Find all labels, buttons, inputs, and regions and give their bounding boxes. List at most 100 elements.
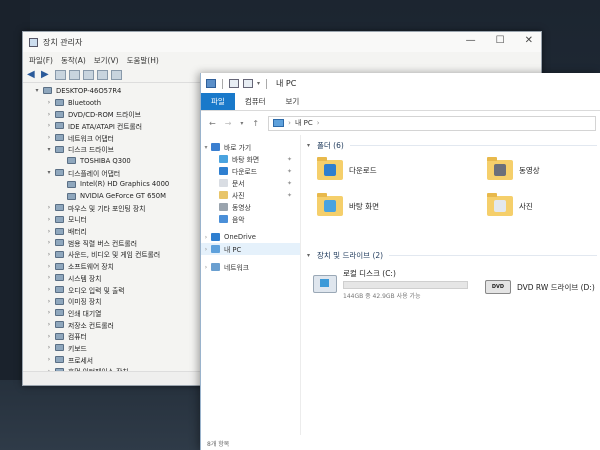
expand-chevron-icon[interactable]: › xyxy=(45,251,53,258)
drive-d[interactable]: DVD DVD RW 드라이브 (D:) xyxy=(485,280,595,294)
ribbon-tabs: 파일 컴퓨터 보기 xyxy=(201,93,600,111)
pc-icon xyxy=(211,245,220,253)
nav-chevron-icon[interactable]: › xyxy=(201,264,211,271)
device-category-icon xyxy=(67,192,76,200)
device-tree-label: 컴퓨터 xyxy=(68,333,87,342)
nav-chevron-icon[interactable]: › xyxy=(201,234,211,241)
nav-item[interactable]: › 내 PC xyxy=(201,243,300,255)
scan-hardware-icon[interactable] xyxy=(97,70,108,80)
properties-icon[interactable] xyxy=(55,70,66,80)
file-explorer-window[interactable]: ▾ 내 PC 파일 컴퓨터 보기 ← → ▾ ↑ › 내 PC › ▾ 바로 가기… xyxy=(200,73,600,450)
folders-group-header[interactable]: ▾ 폴더 (6) xyxy=(307,138,600,152)
drive-c[interactable]: 로컬 디스크 (C:) 144GB 중 42.9GB 사용 가능 xyxy=(313,268,468,300)
monitor-icon[interactable] xyxy=(111,70,122,80)
minimize-icon[interactable]: — xyxy=(466,35,476,46)
expand-chevron-icon[interactable]: › xyxy=(45,298,53,305)
expand-chevron-icon[interactable]: › xyxy=(45,99,53,106)
folder-downloads[interactable]: 다운로드 xyxy=(317,157,377,180)
nav-chevron-icon[interactable]: ▾ xyxy=(201,144,211,151)
menu-view[interactable]: 보기(V) xyxy=(94,55,119,66)
windows-logo-icon xyxy=(320,279,329,287)
recent-dropdown-icon[interactable]: ▾ xyxy=(240,120,243,127)
address-bar[interactable]: › 내 PC › xyxy=(268,115,596,131)
expand-chevron-icon[interactable]: › xyxy=(45,216,53,223)
drives-group-header[interactable]: ▾ 장치 및 드라이브 (2) xyxy=(307,248,600,262)
device-tree-label: 디스크 드라이브 xyxy=(68,146,114,155)
expand-chevron-icon[interactable]: › xyxy=(45,274,53,281)
expand-chevron-icon[interactable]: › xyxy=(45,321,53,328)
window-controls: — ☐ ✕ xyxy=(466,35,533,46)
chevron-right-icon: › xyxy=(288,119,291,127)
nav-item[interactable]: 음악 xyxy=(201,213,300,225)
nav-item[interactable]: 문서 ✦ xyxy=(201,177,300,189)
device-category-icon xyxy=(55,110,64,118)
new-folder-icon[interactable] xyxy=(243,79,253,88)
tab-view[interactable]: 보기 xyxy=(276,93,310,110)
chevron-right-icon-2: › xyxy=(316,119,320,127)
expand-chevron-icon[interactable]: › xyxy=(45,344,53,351)
nav-item[interactable]: › 네트워크 xyxy=(201,261,300,273)
forward-arrow-icon[interactable]: → xyxy=(225,119,232,128)
folder-videos[interactable]: 동영상 xyxy=(487,157,540,180)
device-category-icon xyxy=(55,215,64,223)
explorer-titlebar[interactable]: ▾ 내 PC xyxy=(201,73,600,94)
star-icon xyxy=(211,143,220,151)
device-manager-title: 장치 관리자 xyxy=(43,37,83,47)
expand-chevron-icon[interactable]: › xyxy=(45,286,53,293)
expand-chevron-icon[interactable]: › xyxy=(45,134,53,141)
device-manager-icon xyxy=(29,37,38,47)
folder-label: 동영상 xyxy=(519,165,540,175)
device-tree-label: 저장소 컨트롤러 xyxy=(68,321,114,330)
device-category-icon xyxy=(55,297,64,305)
drive-c-free-space: 144GB 중 42.9GB 사용 가능 xyxy=(343,293,421,300)
device-category-icon xyxy=(55,134,64,142)
nav-item-label: 네트워크 xyxy=(224,264,250,272)
nav-item[interactable]: 바탕 화면 ✦ xyxy=(201,153,300,165)
device-category-icon xyxy=(67,180,76,188)
details-icon[interactable] xyxy=(69,70,80,80)
collapse-chevron-icon[interactable]: ▾ xyxy=(45,146,53,153)
menu-help[interactable]: 도움말(H) xyxy=(127,55,159,66)
maximize-icon[interactable]: ☐ xyxy=(496,35,505,46)
device-tree-label: 이미징 장치 xyxy=(68,298,102,307)
close-icon[interactable]: ✕ xyxy=(525,35,533,46)
onedrive-icon xyxy=(211,233,220,241)
nav-item[interactable]: 다운로드 ✦ xyxy=(201,165,300,177)
back-arrow-icon[interactable]: ← xyxy=(209,119,216,128)
properties-check-icon[interactable] xyxy=(229,79,239,88)
expand-chevron-icon[interactable]: › xyxy=(45,228,53,235)
collapse-chevron-icon[interactable]: ▾ xyxy=(45,169,53,176)
expand-chevron-icon[interactable]: › xyxy=(45,204,53,211)
expand-chevron-icon[interactable]: › xyxy=(45,111,53,118)
collapse-chevron-icon[interactable]: ▾ xyxy=(33,87,41,94)
folder-pictures[interactable]: 사진 xyxy=(487,193,533,216)
nav-chevron-icon[interactable]: › xyxy=(201,246,211,253)
expand-chevron-icon[interactable]: › xyxy=(45,239,53,246)
nav-item[interactable]: 사진 ✦ xyxy=(201,189,300,201)
nav-item-label: 문서 xyxy=(232,180,245,188)
expand-chevron-icon[interactable]: › xyxy=(45,122,53,129)
nav-item[interactable]: 동영상 xyxy=(201,201,300,213)
nav-item[interactable]: › OneDrive xyxy=(201,231,300,243)
tab-computer[interactable]: 컴퓨터 xyxy=(235,93,276,110)
back-arrow-icon[interactable]: ◀ xyxy=(27,70,38,80)
device-manager-titlebar[interactable]: 장치 관리자 xyxy=(23,32,541,52)
menu-action[interactable]: 동작(A) xyxy=(61,55,86,66)
device-category-icon xyxy=(55,286,64,294)
toolbar-separator-2 xyxy=(266,78,268,89)
tab-file[interactable]: 파일 xyxy=(201,93,235,110)
expand-chevron-icon[interactable]: › xyxy=(45,309,53,316)
nav-item[interactable]: ▾ 바로 가기 xyxy=(201,141,300,153)
up-arrow-icon[interactable]: ↑ xyxy=(252,119,259,128)
quick-access-dropdown-icon[interactable]: ▾ xyxy=(257,80,260,87)
expand-chevron-icon[interactable]: › xyxy=(45,263,53,270)
nav-item-label: 사진 xyxy=(232,192,245,200)
forward-arrow-icon[interactable]: ▶ xyxy=(41,70,52,80)
help-icon[interactable] xyxy=(83,70,94,80)
device-tree-label: IDE ATA/ATAPI 컨트롤러 xyxy=(68,122,143,131)
expand-chevron-icon[interactable]: › xyxy=(45,356,53,363)
menu-file[interactable]: 파일(F) xyxy=(29,55,53,66)
folder-desktop[interactable]: 바탕 화면 xyxy=(317,193,379,216)
expand-chevron-icon[interactable]: › xyxy=(45,333,53,340)
drives-group-label: 장치 및 드라이브 (2) xyxy=(317,250,384,260)
